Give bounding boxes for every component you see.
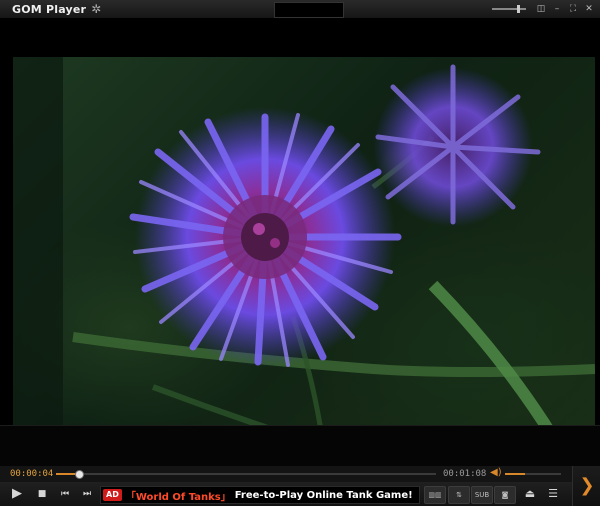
title-bar[interactable]: GOM Player ✲ ◫ – ⛶ ✕ xyxy=(0,0,600,19)
camera-icon[interactable]: ◙ xyxy=(494,486,516,504)
flower-main xyxy=(129,107,402,367)
video-area[interactable] xyxy=(0,19,600,443)
restore-icon[interactable]: ◫ xyxy=(536,2,546,16)
ad-title[interactable]: 「World Of Tanks」 xyxy=(126,488,231,503)
window-controls: ◫ – ⛶ ✕ xyxy=(492,2,594,16)
volume-level xyxy=(505,473,525,475)
next-icon[interactable]: ⏭ xyxy=(78,485,96,503)
seek-bar[interactable]: 00:00:04 00:01:08 ◀) xyxy=(0,466,600,482)
stop-icon[interactable]: ■ xyxy=(33,485,51,503)
ad-badge: AD xyxy=(103,489,122,501)
fullscreen-icon[interactable]: ⛶ xyxy=(568,2,578,16)
opacity-slider[interactable] xyxy=(492,5,526,13)
gear-icon[interactable]: ✲ xyxy=(91,2,101,16)
current-time: 00:00:04 xyxy=(10,469,54,479)
equalizer-icon[interactable]: ▥▥ xyxy=(424,486,446,504)
video-image xyxy=(13,57,595,443)
previous-icon[interactable]: ⏮ xyxy=(56,485,74,503)
video-frame[interactable] xyxy=(13,57,595,443)
total-time: 00:01:08 xyxy=(443,469,487,479)
playlist-toggle-icon[interactable]: ❯ xyxy=(572,466,600,506)
volume-slider[interactable] xyxy=(505,473,561,475)
minimize-icon[interactable]: – xyxy=(552,2,562,16)
adjust-icon[interactable]: ⇅ xyxy=(448,486,470,504)
ad-banner[interactable]: AD 「World Of Tanks」 Free-to-Play Online … xyxy=(100,486,420,504)
status-strip xyxy=(0,425,600,466)
volume-icon[interactable]: ◀) xyxy=(490,467,502,478)
seek-handle[interactable] xyxy=(74,470,84,479)
control-bar: ▶ ■ ⏮ ⏭ AD 「World Of Tanks」 Free-to-Play… xyxy=(0,482,600,506)
play-icon[interactable]: ▶ xyxy=(8,485,26,503)
app-logo: GOM Player ✲ xyxy=(12,1,101,17)
eject-icon[interactable]: ⏏ xyxy=(521,485,539,503)
flower-back xyxy=(373,64,541,227)
subtitle-button[interactable]: SUB xyxy=(471,486,493,504)
menu-icon[interactable]: ☰ xyxy=(544,485,562,503)
close-icon[interactable]: ✕ xyxy=(584,2,594,16)
seek-track[interactable] xyxy=(56,470,436,479)
app-title: GOM Player xyxy=(12,3,87,16)
title-display xyxy=(274,2,344,18)
ad-text[interactable]: Free-to-Play Online Tank Game! xyxy=(235,490,413,501)
